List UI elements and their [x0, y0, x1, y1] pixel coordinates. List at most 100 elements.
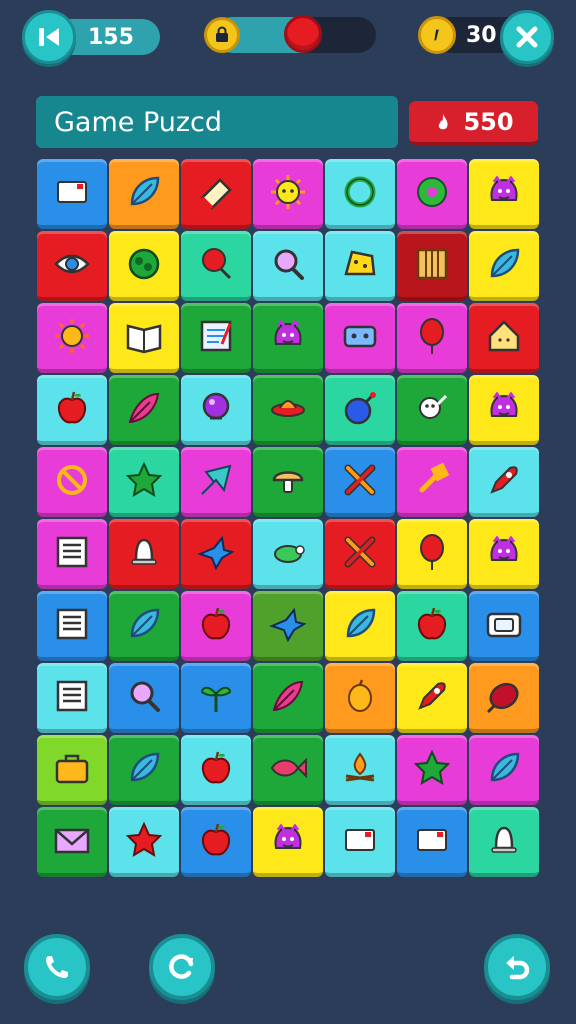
tile[interactable]	[253, 159, 323, 229]
rocket-icon	[418, 682, 446, 710]
tile[interactable]	[253, 231, 323, 301]
tile[interactable]	[109, 663, 179, 733]
tile[interactable]	[253, 663, 323, 733]
tile[interactable]	[181, 231, 251, 301]
back-button[interactable]	[22, 10, 76, 64]
tile[interactable]	[109, 447, 179, 517]
tile[interactable]	[109, 591, 179, 661]
house-icon	[488, 320, 520, 352]
tile[interactable]	[37, 303, 107, 373]
tile[interactable]	[181, 447, 251, 517]
tile[interactable]	[325, 231, 395, 301]
tile[interactable]	[325, 735, 395, 805]
tile[interactable]	[181, 519, 251, 589]
tile[interactable]	[181, 159, 251, 229]
tile[interactable]	[37, 447, 107, 517]
tile[interactable]	[397, 735, 467, 805]
tile[interactable]	[325, 519, 395, 589]
mushroom-icon	[272, 471, 304, 493]
tile[interactable]	[325, 807, 395, 877]
monster-icon	[490, 391, 518, 417]
tile[interactable]	[397, 231, 467, 301]
tile[interactable]	[181, 375, 251, 445]
tile[interactable]	[469, 735, 539, 805]
tile[interactable]	[397, 663, 467, 733]
card-icon	[417, 829, 447, 851]
camera-icon	[486, 612, 522, 638]
phone-icon	[46, 956, 68, 978]
monster-icon	[490, 535, 518, 561]
envelope-icon	[54, 828, 90, 854]
tile[interactable]	[109, 303, 179, 373]
tile[interactable]	[325, 375, 395, 445]
tile[interactable]	[325, 447, 395, 517]
tile[interactable]	[181, 663, 251, 733]
tile[interactable]	[469, 231, 539, 301]
refresh-button[interactable]	[149, 934, 215, 1000]
tile[interactable]	[109, 735, 179, 805]
tile[interactable]	[37, 735, 107, 805]
tile[interactable]	[325, 663, 395, 733]
tile[interactable]	[253, 303, 323, 373]
tile[interactable]	[181, 807, 251, 877]
leaf-icon	[130, 752, 160, 782]
tile[interactable]	[469, 591, 539, 661]
star-icon	[125, 461, 163, 497]
tile[interactable]	[109, 519, 179, 589]
apple-icon	[201, 607, 231, 640]
tile[interactable]	[397, 375, 467, 445]
bush-icon	[128, 248, 160, 280]
tile[interactable]	[469, 447, 539, 517]
tile[interactable]	[325, 303, 395, 373]
close-button[interactable]	[500, 10, 554, 64]
tile[interactable]	[37, 375, 107, 445]
list-icon	[56, 536, 88, 568]
tile[interactable]	[469, 159, 539, 229]
bomb-icon	[344, 392, 376, 425]
tile[interactable]	[37, 519, 107, 589]
tile[interactable]	[469, 375, 539, 445]
cross-tools-icon	[344, 536, 376, 568]
tile[interactable]	[37, 591, 107, 661]
tile[interactable]	[253, 591, 323, 661]
feather-icon	[272, 680, 304, 712]
tile[interactable]	[181, 591, 251, 661]
tile[interactable]	[109, 231, 179, 301]
tile[interactable]	[397, 591, 467, 661]
tile[interactable]	[37, 807, 107, 877]
tile[interactable]	[325, 159, 395, 229]
tile[interactable]	[109, 807, 179, 877]
tile[interactable]	[397, 303, 467, 373]
tile[interactable]	[253, 735, 323, 805]
tile[interactable]	[37, 231, 107, 301]
tile[interactable]	[181, 303, 251, 373]
tile[interactable]	[37, 663, 107, 733]
skip-back-icon	[39, 28, 59, 46]
tile[interactable]	[469, 303, 539, 373]
tile[interactable]	[109, 375, 179, 445]
undo-button[interactable]	[484, 934, 550, 1000]
cross-tools-icon	[344, 464, 376, 496]
tile[interactable]	[397, 807, 467, 877]
campfire-icon	[345, 752, 375, 782]
tile[interactable]	[253, 519, 323, 589]
phone-button[interactable]	[24, 934, 90, 1000]
progress-knob[interactable]	[284, 15, 323, 53]
tile[interactable]	[469, 519, 539, 589]
tile[interactable]	[181, 735, 251, 805]
tile[interactable]	[325, 591, 395, 661]
tile[interactable]	[397, 447, 467, 517]
tile[interactable]	[253, 375, 323, 445]
tile[interactable]	[253, 447, 323, 517]
tile[interactable]	[109, 159, 179, 229]
tile[interactable]	[469, 663, 539, 733]
tile[interactable]	[397, 519, 467, 589]
tile[interactable]	[253, 807, 323, 877]
moves-value: 155	[88, 24, 134, 50]
tile[interactable]	[469, 807, 539, 877]
tile[interactable]	[37, 159, 107, 229]
tile[interactable]	[397, 159, 467, 229]
top-hud: 155 30	[0, 0, 576, 80]
bell-icon	[491, 826, 517, 853]
bird-icon	[269, 607, 307, 643]
